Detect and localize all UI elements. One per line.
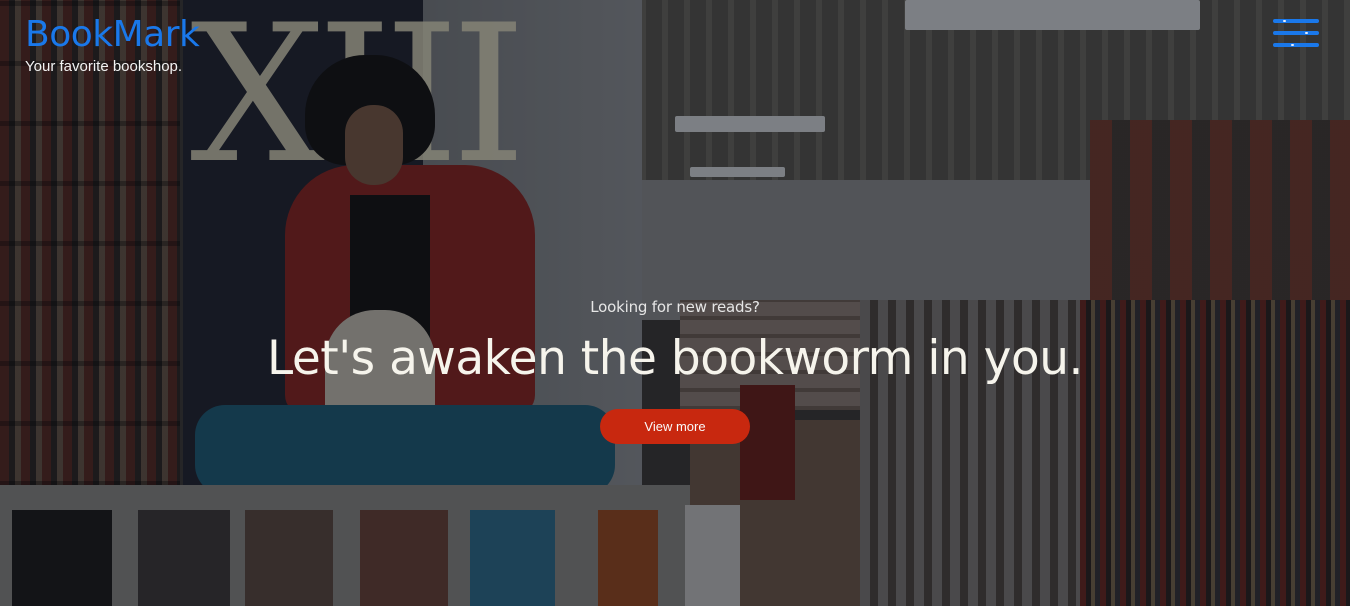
logo[interactable]: BookMark [25,14,200,56]
hamburger-menu-icon[interactable] [1273,17,1319,51]
menu-bar [1273,43,1319,47]
brand: BookMark Your favorite bookshop. [25,14,200,75]
view-more-button[interactable]: View more [600,409,750,444]
tagline: Your favorite bookshop. [25,58,183,75]
menu-bar [1273,31,1319,35]
menu-bar [1273,19,1319,23]
hero-headline: Let's awaken the bookworm in you. [267,331,1083,386]
hero-eyebrow: Looking for new reads? [590,298,760,316]
hero-section: XIII BookMark Your favorite bookshop. Lo… [0,0,1350,606]
